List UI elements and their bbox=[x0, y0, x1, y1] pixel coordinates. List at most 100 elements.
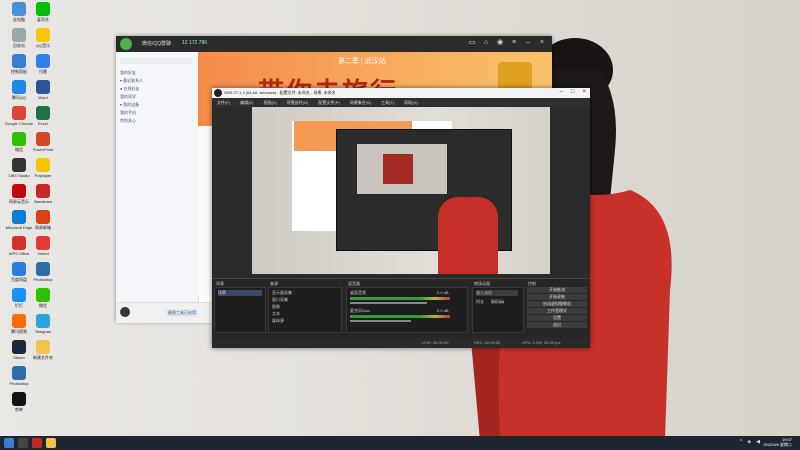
desktop-icon-label: Word bbox=[38, 95, 48, 100]
qq-sidebar-item[interactable]: ▾ 我的设备 bbox=[120, 102, 139, 108]
desktop-icon-label: 迅雷 bbox=[39, 69, 47, 74]
app-icon bbox=[36, 28, 50, 42]
start-recording-button[interactable]: 开始录制 bbox=[527, 294, 587, 300]
app-icon bbox=[36, 132, 50, 146]
qq-sidebar-item[interactable]: 特别关心 bbox=[120, 118, 136, 124]
mixer-track-db: 0.0 dB bbox=[437, 308, 449, 313]
minimize-icon[interactable]: – bbox=[524, 39, 532, 47]
source-item[interactable]: 图像 bbox=[272, 304, 280, 310]
qq-taskbar-icon[interactable] bbox=[18, 438, 28, 448]
game-icon[interactable]: ◉ bbox=[496, 39, 504, 47]
desktop-icon-label: 网易邮箱 bbox=[35, 225, 51, 230]
close-icon[interactable]: × bbox=[538, 39, 546, 47]
obs-taskbar-icon[interactable] bbox=[32, 438, 42, 448]
desktop-icon[interactable]: PowerPoint bbox=[26, 132, 60, 160]
qq-titlebar[interactable]: 微信/QQ群聊 12 172 786 ▭ ⌂ ◉ ≡ – × bbox=[116, 36, 552, 52]
menu-file[interactable]: 文件(F) bbox=[212, 98, 235, 107]
app-icon bbox=[12, 262, 26, 276]
volume-slider[interactable] bbox=[350, 302, 427, 304]
qq-sidebar-item[interactable]: 我的手机 bbox=[120, 110, 136, 116]
folder-icon[interactable]: ▭ bbox=[468, 39, 476, 47]
scene-item[interactable]: 场景 bbox=[218, 290, 262, 296]
app-icon bbox=[12, 314, 26, 328]
source-item[interactable]: 显示器采集 bbox=[272, 290, 292, 296]
obs-titlebar[interactable]: OBS 27.1.3 (64-bit, windows) - 配置文件: 未命名… bbox=[212, 88, 590, 98]
close-icon[interactable]: × bbox=[582, 89, 586, 96]
obs-logo-icon bbox=[214, 89, 222, 97]
clock[interactable]: 19:07 2022/9/6 星期二 bbox=[763, 437, 792, 447]
app-icon bbox=[12, 236, 26, 250]
mixer-track-name: 桌面音频 bbox=[350, 290, 366, 295]
qq-number: 12 172 786 bbox=[182, 40, 208, 46]
desktop-icon[interactable]: 迅雷 bbox=[26, 54, 60, 82]
qq-sidebar-item[interactable]: ● 在线好友 bbox=[120, 86, 140, 92]
mixer-track-db: 0.0 dB bbox=[437, 290, 449, 295]
exit-button[interactable]: 退出 bbox=[527, 322, 587, 328]
app-icon bbox=[12, 340, 26, 354]
desktop-icon[interactable]: Excel bbox=[26, 106, 60, 134]
obs-preview[interactable] bbox=[252, 107, 550, 274]
transition-select[interactable]: 淡入淡出 bbox=[476, 290, 518, 296]
app-icon bbox=[36, 80, 50, 94]
qq-sidebar-item[interactable]: 我的同学 bbox=[120, 94, 136, 100]
source-item[interactable]: 媒体源 bbox=[272, 318, 284, 324]
home-icon[interactable]: ⌂ bbox=[482, 39, 490, 47]
source-item[interactable]: 窗口采集 bbox=[272, 297, 288, 303]
app-icon bbox=[12, 54, 26, 68]
virtual-camera-button[interactable]: 启动虚拟摄像机 bbox=[527, 301, 587, 307]
start-icon[interactable] bbox=[4, 438, 14, 448]
studio-mode-button[interactable]: 工作室模式 bbox=[527, 308, 587, 314]
controls-dock: 开始推流 开始录制 启动虚拟摄像机 工作室模式 设置 退出 bbox=[524, 287, 588, 331]
desktop-icon[interactable]: Bandicam bbox=[26, 184, 60, 212]
app-icon bbox=[12, 288, 26, 302]
status-live: LIVE: 00:00:00 bbox=[422, 340, 449, 345]
obs-title: OBS 27.1.3 (64-bit, windows) - 配置文件: 未命名… bbox=[224, 90, 336, 95]
desktop-icon[interactable]: 新建文件夹 bbox=[26, 340, 60, 368]
app-icon bbox=[36, 262, 50, 276]
qq-sidebar-item[interactable]: ▾ 最近联系人 bbox=[120, 78, 143, 84]
status-rec: REC: 00:00:00 bbox=[474, 340, 501, 345]
desktop-icon[interactable]: Potplayer bbox=[26, 158, 60, 186]
menu-icon[interactable]: ≡ bbox=[510, 39, 518, 47]
avatar[interactable] bbox=[120, 307, 130, 317]
desktop-icon[interactable]: 剪映 bbox=[2, 392, 36, 420]
desktop-icon-label: Telegram bbox=[34, 329, 52, 334]
volume-icon[interactable]: ◀ bbox=[756, 439, 760, 445]
maximize-icon[interactable]: □ bbox=[571, 89, 575, 96]
network-icon[interactable]: ◈ bbox=[747, 439, 751, 445]
settings-button[interactable]: 设置 bbox=[527, 315, 587, 321]
qq-logo-icon bbox=[120, 38, 132, 50]
qq-search-input[interactable] bbox=[120, 58, 192, 64]
desktop-icon-label: Xmind bbox=[37, 251, 49, 256]
sources-dock: 显示器采集 窗口采集 图像 文本 媒体源 bbox=[268, 287, 342, 333]
volume-meter bbox=[350, 315, 450, 318]
menu-help[interactable]: 帮助(H) bbox=[399, 98, 423, 107]
volume-slider[interactable] bbox=[350, 320, 411, 322]
desktop-icon[interactable]: 微信 bbox=[26, 288, 60, 316]
desktop-icon[interactable]: Xmind bbox=[26, 236, 60, 264]
menu-profile[interactable]: 配置文件(P) bbox=[313, 98, 344, 107]
menu-docks[interactable]: 停靠部件(D) bbox=[282, 98, 314, 107]
menu-edit[interactable]: 编辑(E) bbox=[235, 98, 258, 107]
desktop-icon[interactable]: Photoshop bbox=[2, 366, 36, 394]
minimize-icon[interactable]: – bbox=[560, 89, 563, 96]
desktop-icon[interactable]: 爱奇艺 bbox=[26, 2, 60, 30]
duration-input[interactable]: 300 ms bbox=[491, 299, 505, 304]
desktop-icon[interactable]: Photoshop bbox=[26, 262, 60, 290]
menu-tools[interactable]: 工具(T) bbox=[376, 98, 399, 107]
menu-scene-collection[interactable]: 场景集合(S) bbox=[345, 98, 376, 107]
desktop-icon[interactable]: Word bbox=[26, 80, 60, 108]
desktop-icon-label: PowerPoint bbox=[32, 147, 54, 152]
desktop-icon[interactable]: QQ音乐 bbox=[26, 28, 60, 56]
chevron-up-icon[interactable]: ^ bbox=[740, 439, 742, 445]
desktop-icon-label: 微信 bbox=[39, 303, 47, 308]
obs-window[interactable]: OBS 27.1.3 (64-bit, windows) - 配置文件: 未命名… bbox=[212, 88, 590, 348]
qq-sidebar-item[interactable]: 我的好友 bbox=[120, 70, 136, 76]
app-icon bbox=[36, 288, 50, 302]
start-streaming-button[interactable]: 开始推流 bbox=[527, 287, 587, 293]
desktop-icon[interactable]: Telegram bbox=[26, 314, 60, 342]
app-taskbar-icon[interactable] bbox=[46, 438, 56, 448]
menu-view[interactable]: 视图(V) bbox=[258, 98, 281, 107]
desktop-icon[interactable]: 网易邮箱 bbox=[26, 210, 60, 238]
source-item[interactable]: 文本 bbox=[272, 311, 280, 317]
